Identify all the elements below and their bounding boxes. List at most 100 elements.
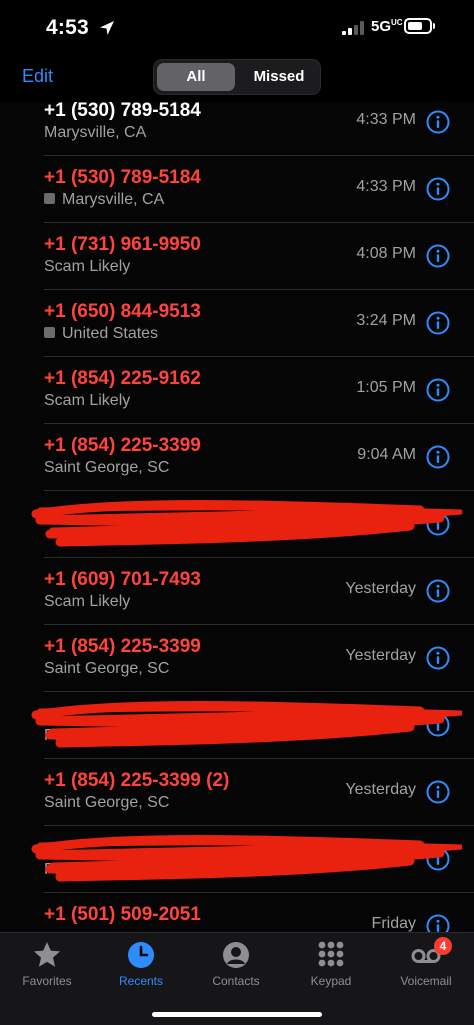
segment-all[interactable]: All <box>157 63 235 91</box>
status-bar: 4:53 5GUC <box>0 0 474 58</box>
row-divider <box>44 691 474 692</box>
call-row[interactable] <box>0 490 474 557</box>
caller-subtitle: Marysville, CA <box>44 124 146 142</box>
caller-subtitle: FaceTime Video <box>44 727 160 745</box>
caller-subtitle: Saint George, SC <box>44 794 169 812</box>
tab-favorites[interactable]: Favorites <box>7 939 87 988</box>
call-time: 4:08 PM <box>356 245 416 262</box>
call-row[interactable]: +1 (731) 961-9950 Scam Likely 4:08 PM <box>0 222 474 289</box>
row-divider <box>44 490 474 491</box>
call-row[interactable]: +1 (854) 225-3399 (2) Saint George, SC Yes… <box>0 758 474 825</box>
call-time: 1:05 PM <box>356 379 416 396</box>
segmented-control: All Missed <box>153 59 321 95</box>
edit-button[interactable]: Edit <box>22 66 53 87</box>
network-type: 5GUC <box>371 18 403 35</box>
clock-icon <box>128 942 154 968</box>
tab-recents[interactable]: Recents <box>101 939 181 988</box>
location-arrow-icon <box>100 21 114 35</box>
tab-label-favorites: Favorites <box>22 974 72 988</box>
call-time: 4:33 PM <box>356 178 416 195</box>
person-icon <box>223 942 249 968</box>
caller-subtitle-text: Marysville, CA <box>44 124 147 141</box>
battery-cap <box>433 23 435 29</box>
info-icon[interactable] <box>426 177 450 201</box>
star-icon <box>34 942 60 967</box>
info-icon[interactable] <box>426 512 450 536</box>
info-icon[interactable] <box>426 914 450 932</box>
caller-subtitle-text: Saint George, SC <box>44 794 170 811</box>
caller-subtitle: FaceTime Video <box>44 861 160 879</box>
info-icon[interactable] <box>426 110 450 134</box>
call-time: 9:04 AM <box>357 446 416 463</box>
call-time: Yesterday <box>345 781 416 798</box>
call-row[interactable]: FaceTime Video Sunday <box>0 825 474 892</box>
call-row[interactable]: +1 (854) 225-9162 Scam Likely 1:05 PM <box>0 356 474 423</box>
info-icon[interactable] <box>426 579 450 603</box>
voicemail-badge: 4 <box>434 937 452 955</box>
caller-subtitle-text: FaceTime Video <box>44 861 160 878</box>
call-time: 3:24 PM <box>356 312 416 329</box>
row-divider <box>44 825 474 826</box>
call-row[interactable]: +1 (530) 789-5184 Marysville, CA 4:33 PM <box>0 102 474 155</box>
call-time: Yesterday <box>345 580 416 597</box>
call-row[interactable]: +1 (609) 701-7493 Scam Likely Yesterday <box>0 557 474 624</box>
call-time: Sunday <box>361 848 416 865</box>
info-icon[interactable] <box>426 780 450 804</box>
info-icon[interactable] <box>426 445 450 469</box>
caller-subtitle-text: Marysville, CA <box>62 191 165 208</box>
row-divider <box>44 557 474 558</box>
segment-missed[interactable]: Missed <box>240 63 318 91</box>
row-divider <box>44 892 474 893</box>
caller-subtitle-text: Scam Likely <box>44 593 131 610</box>
caller-number: +1 (530) 789-5184 <box>44 167 201 188</box>
info-icon[interactable] <box>426 378 450 402</box>
info-icon[interactable] <box>426 244 450 268</box>
info-icon[interactable] <box>426 847 450 871</box>
navigation-bar: Edit All Missed <box>0 58 474 102</box>
info-icon[interactable] <box>426 713 450 737</box>
caller-subtitle: Scam Likely <box>44 392 130 410</box>
caller-subtitle-text: Scam Likely <box>44 258 131 275</box>
caller-number: +1 (650) 844-9513 <box>44 301 201 322</box>
checkbox-icon <box>44 327 55 339</box>
caller-number: +1 (501) 509-2051 <box>44 904 201 925</box>
checkbox-icon <box>44 193 55 205</box>
caller-number: +1 (609) 701-7493 <box>44 569 201 590</box>
caller-number: +1 (854) 225-3399 <box>44 636 201 657</box>
status-time: 4:53 <box>46 16 89 39</box>
call-row[interactable]: +1 (854) 225-3399 Saint George, SC 9:04 AM <box>0 423 474 490</box>
row-divider <box>44 624 474 625</box>
battery-icon <box>404 18 432 34</box>
tab-label-recents: Recents <box>118 974 164 988</box>
info-icon[interactable] <box>426 311 450 335</box>
home-indicator <box>152 1012 322 1017</box>
caller-number: +1 (854) 225-3399 <box>44 435 201 456</box>
call-row[interactable]: +1 (501) 509-2051 Friday <box>0 892 474 932</box>
call-row[interactable]: FaceTime Video Yesterday <box>0 691 474 758</box>
call-row[interactable]: +1 (530) 789-5184 Marysville, CA 4:33 PM <box>0 155 474 222</box>
tab-contacts[interactable]: Contacts <box>196 939 276 988</box>
row-divider <box>44 423 474 424</box>
tab-label-voicemail: Voicemail <box>400 974 452 988</box>
caller-number: +1 (854) 225-3399 (2) <box>44 770 230 791</box>
row-divider <box>44 155 474 156</box>
caller-number: +1 (731) 961-9950 <box>44 234 201 255</box>
caller-subtitle: Scam Likely <box>44 258 130 276</box>
caller-subtitle: Saint George, SC <box>44 660 169 678</box>
call-row[interactable]: +1 (854) 225-3399 Saint George, SC Yesterd… <box>0 624 474 691</box>
caller-number: +1 (530) 789-5184 <box>44 102 201 121</box>
row-divider <box>44 222 474 223</box>
caller-number: +1 (854) 225-9162 <box>44 368 201 389</box>
caller-subtitle-text: Scam Likely <box>44 392 131 409</box>
tab-label-contacts: Contacts <box>212 974 260 988</box>
caller-subtitle: Scam Likely <box>44 593 130 611</box>
call-time: Yesterday <box>345 714 416 731</box>
caller-subtitle-text: United States <box>62 325 159 342</box>
info-icon[interactable] <box>426 646 450 670</box>
tab-voicemail[interactable]: 4 Voicemail <box>386 937 466 988</box>
tab-label-keypad: Keypad <box>310 974 352 988</box>
tab-keypad[interactable]: Keypad <box>291 939 371 988</box>
call-time: Yesterday <box>345 647 416 664</box>
caller-subtitle: Saint George, SC <box>44 459 169 477</box>
call-row[interactable]: +1 (650) 844-9513 United States 3:24 PM <box>0 289 474 356</box>
